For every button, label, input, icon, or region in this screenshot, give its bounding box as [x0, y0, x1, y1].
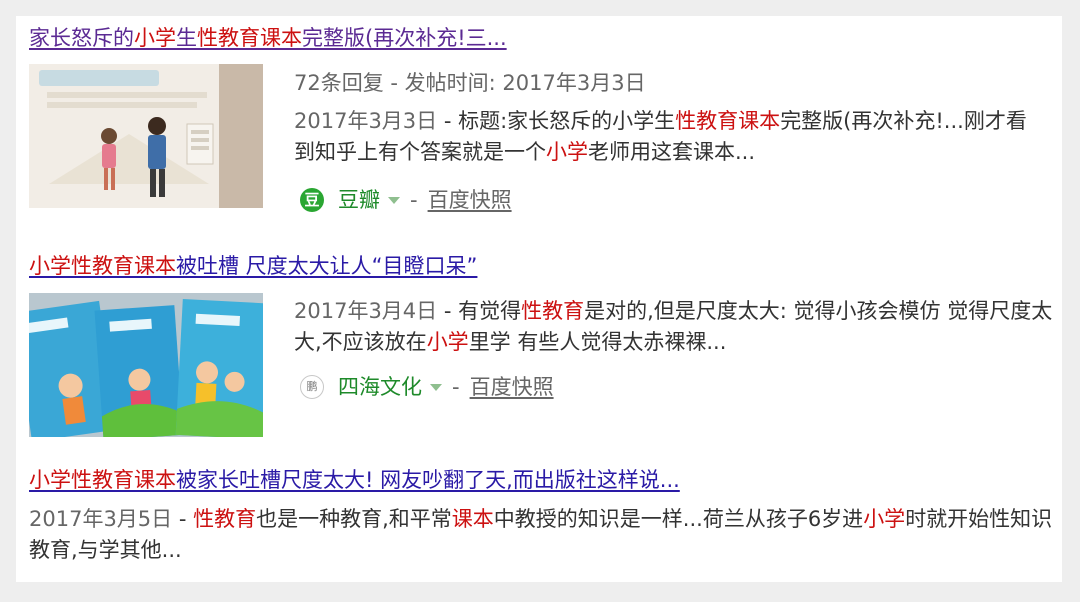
snapshot-link[interactable]: 百度快照 — [470, 372, 554, 402]
source-name[interactable]: 豆瓣 — [338, 185, 380, 215]
result-title-link[interactable]: 小学性教育课本被吐槽 尺度太大让人“目瞪口呆” — [29, 252, 477, 280]
snapshot-link[interactable]: 百度快照 — [428, 185, 512, 215]
source-name[interactable]: 四海文化 — [338, 372, 422, 402]
separator: - — [452, 375, 460, 399]
douban-icon: 豆 — [300, 188, 324, 212]
chevron-down-icon[interactable] — [388, 196, 400, 204]
result-source: 豆 豆瓣 - 百度快照 — [300, 185, 512, 215]
result-source: 鹏 四海文化 - 百度快照 — [300, 372, 554, 402]
sihai-icon: 鹏 — [300, 375, 324, 399]
result-abstract: 2017年3月5日 - 性教育也是一种教育,和平常课本中教授的知识是一样...荷… — [29, 507, 1053, 562]
result-title-link[interactable]: 家长怒斥的小学生性教育课本完整版(再次补充!三... — [29, 24, 507, 52]
search-results-panel: 家长怒斥的小学生性教育课本完整版(再次补充!三... 72条回复 - 发帖时间:… — [16, 16, 1062, 582]
result-abstract: 2017年3月4日 - 有觉得性教育是对的,但是尺度太大: 觉得小孩会模仿 觉得… — [294, 299, 1053, 354]
result-abstract: 2017年3月3日 - 标题:家长怒斥的小学生性教育课本完整版(再次补充!...… — [294, 109, 1027, 164]
separator: - — [410, 188, 418, 212]
result-title-link[interactable]: 小学性教育课本被家长吐槽尺度太大! 网友吵翻了天,而出版社这样说... — [29, 466, 680, 494]
result-thumbnail[interactable] — [29, 293, 263, 437]
result-thumbnail[interactable] — [29, 64, 263, 208]
result-meta: 72条回复 - 发帖时间: 2017年3月3日 — [294, 71, 646, 95]
chevron-down-icon[interactable] — [430, 383, 442, 391]
